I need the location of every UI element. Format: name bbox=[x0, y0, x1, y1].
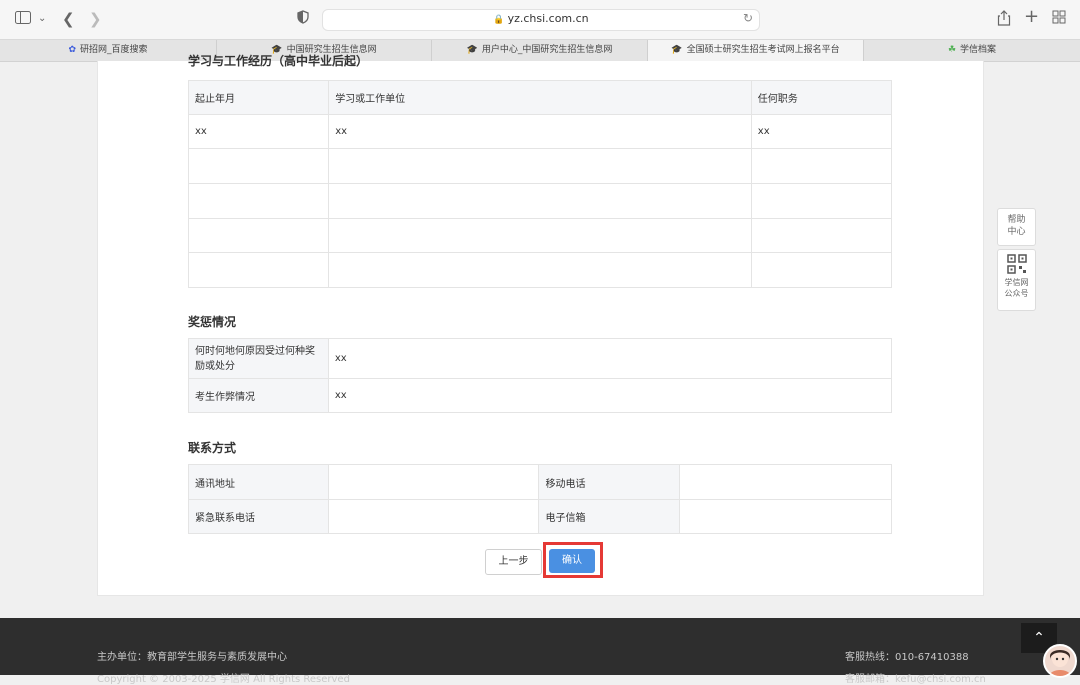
column-header: 学习或工作单位 bbox=[328, 80, 752, 115]
confirm-highlight-box bbox=[543, 542, 603, 578]
table-row bbox=[187, 183, 893, 219]
mobile-label: 移动电话 bbox=[538, 464, 681, 500]
table-cell bbox=[187, 218, 330, 253]
table-cell bbox=[187, 183, 330, 219]
table-cell bbox=[750, 218, 893, 253]
assistant-avatar[interactable] bbox=[1043, 644, 1077, 678]
sidebar-toggle-icon[interactable] bbox=[15, 10, 31, 28]
table-header-row: 起止年月 学习或工作单位 任何职务 bbox=[187, 80, 893, 115]
reload-icon[interactable]: ↻ bbox=[743, 11, 753, 25]
table-cell: xx bbox=[328, 114, 752, 149]
table-cell bbox=[750, 183, 893, 219]
table-row: 考生作弊情况 xx bbox=[188, 378, 893, 413]
footer-copyright: Copyright © 2003-2025 学信网 All Rights Res… bbox=[97, 674, 350, 685]
tab-overview-icon[interactable] bbox=[1052, 10, 1066, 28]
help-center-label: 帮助中心 bbox=[1007, 215, 1026, 237]
site-footer: 主办单位：教育部学生服务与素质发展中心 Copyright © 2003-202… bbox=[0, 618, 1080, 685]
table-row: xx xx xx bbox=[187, 114, 893, 149]
address-label: 通讯地址 bbox=[188, 464, 329, 500]
share-icon[interactable] bbox=[997, 10, 1011, 30]
table-cell: xx bbox=[750, 114, 893, 149]
table-row bbox=[187, 218, 893, 253]
chevron-up-icon: ⌃ bbox=[1033, 630, 1045, 646]
column-header: 起止年月 bbox=[187, 80, 330, 115]
address-bar[interactable]: 🔒 yz.chsi.com.cn ↻ bbox=[322, 9, 760, 31]
contact-section-title: 联系方式 bbox=[188, 441, 237, 455]
table-cell bbox=[328, 148, 752, 184]
mobile-value bbox=[679, 464, 892, 500]
table-row bbox=[187, 252, 893, 288]
table-row: 通讯地址 移动电话 bbox=[188, 464, 892, 500]
reward-value: xx bbox=[327, 338, 893, 379]
address-value bbox=[327, 464, 540, 500]
cheating-value: xx bbox=[327, 378, 893, 413]
table-row: 紧急联系电话 电子信箱 bbox=[188, 499, 892, 534]
contact-table: 通讯地址 移动电话 紧急联系电话 电子信箱 bbox=[188, 464, 892, 534]
previous-step-button[interactable]: 上一步 bbox=[485, 549, 542, 575]
rewards-table: 何时何地何原因受过何种奖励或处分 xx 考生作弊情况 xx bbox=[188, 338, 893, 413]
reward-label: 何时何地何原因受过何种奖励或处分 bbox=[188, 338, 329, 379]
emergency-phone-label: 紧急联系电话 bbox=[188, 499, 329, 534]
new-tab-icon[interactable]: + bbox=[1024, 8, 1039, 26]
rewards-section-title: 奖惩情况 bbox=[188, 315, 237, 329]
column-header: 任何职务 bbox=[750, 80, 893, 115]
url-text: yz.chsi.com.cn bbox=[507, 12, 589, 25]
footer-email: 客服邮箱：kefu@chsi.com.cn bbox=[845, 674, 986, 685]
table-cell bbox=[328, 252, 752, 288]
table-cell bbox=[328, 183, 752, 219]
privacy-shield-icon[interactable] bbox=[297, 10, 309, 28]
table-cell bbox=[187, 148, 330, 184]
footer-host: 主办单位：教育部学生服务与素质发展中心 bbox=[97, 652, 287, 663]
chevron-down-icon[interactable]: ⌄ bbox=[38, 10, 46, 28]
experience-table: 起止年月 学习或工作单位 任何职务 xx xx xx bbox=[187, 80, 893, 288]
table-row bbox=[187, 148, 893, 184]
lock-icon: 🔒 bbox=[493, 15, 505, 25]
table-cell bbox=[750, 252, 893, 288]
table-cell: xx bbox=[187, 114, 330, 149]
wechat-account-button[interactable]: 学信网公众号 bbox=[997, 249, 1036, 311]
email-label: 电子信箱 bbox=[538, 499, 681, 534]
back-icon[interactable]: ❮ bbox=[62, 10, 75, 28]
qr-code-icon bbox=[1006, 254, 1027, 274]
forward-icon[interactable]: ❯ bbox=[89, 10, 102, 28]
wechat-account-label: 学信网公众号 bbox=[1004, 278, 1029, 298]
emergency-phone-value bbox=[327, 499, 540, 534]
table-row: 何时何地何原因受过何种奖励或处分 xx bbox=[188, 338, 893, 379]
table-cell bbox=[187, 252, 330, 288]
footer-hotline: 客服热线：010-67410388 bbox=[845, 652, 969, 663]
table-cell bbox=[750, 148, 893, 184]
help-center-button[interactable]: 帮助中心 bbox=[997, 208, 1036, 246]
table-cell bbox=[328, 218, 752, 253]
email-value bbox=[679, 499, 892, 534]
cheating-label: 考生作弊情况 bbox=[188, 378, 329, 413]
browser-toolbar: ⌄ ❮ ❯ 🔒 yz.chsi.com.cn ↻ + bbox=[0, 0, 1080, 39]
